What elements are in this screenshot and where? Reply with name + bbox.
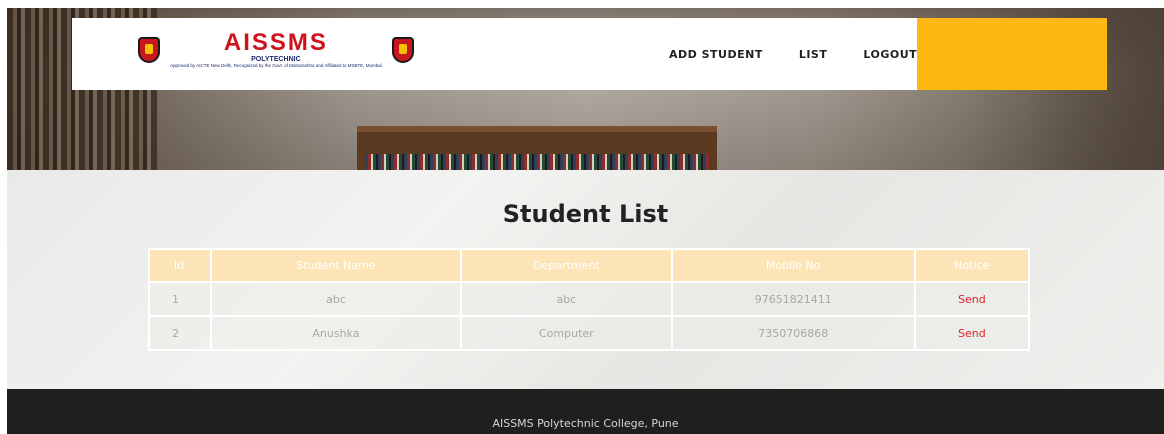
crest-right-icon [391,36,414,63]
logo-text: AISSMS POLYTECHNIC Approved by AICTE New… [170,31,382,69]
cell-id: 1 [148,281,212,317]
logo-tagline: Approved by AICTE New Delhi, Recognized … [170,63,382,68]
cell-student-name: abc [210,281,462,317]
cell-student-name: Anushka [210,315,462,351]
column-header-student-name: Student Name [210,248,462,283]
page-title: Student List [502,200,669,228]
student-table: Id Student Name Department Mobile No Not… [148,248,1031,351]
column-header-department: Department [459,248,673,283]
cell-mobile: 97651821411 [670,281,916,317]
column-header-id: Id [148,248,212,283]
bookcase-books [365,154,709,170]
table-header-row: Id Student Name Department Mobile No Not… [148,248,1031,283]
hero-banner: AISSMS POLYTECHNIC Approved by AICTE New… [7,8,1164,170]
nav-links: ADD STUDENT LIST LOGOUT [669,18,953,90]
column-header-notice: Notice [913,248,1031,283]
cell-mobile: 7350706868 [670,315,916,351]
cell-department: abc [459,281,673,317]
navbar: AISSMS POLYTECHNIC Approved by AICTE New… [72,18,1107,90]
page: AISSMS POLYTECHNIC Approved by AICTE New… [7,8,1164,434]
footer: AISSMS Polytechnic College, Pune [7,389,1164,434]
nav-logout[interactable]: LOGOUT [863,48,917,61]
send-notice-link[interactable]: Send [913,315,1031,351]
crest-left-icon [138,36,160,63]
table-row: 1 abc abc 97651821411 Send [148,281,1031,317]
nav-add-student[interactable]: ADD STUDENT [669,48,763,61]
cell-department: Computer [459,315,673,351]
logo-subtitle: POLYTECHNIC [251,56,301,63]
nav-list[interactable]: LIST [799,48,828,61]
footer-text: AISSMS Polytechnic College, Pune [492,417,679,430]
cell-id: 2 [148,315,212,351]
bookcase [357,126,717,170]
send-notice-link[interactable]: Send [913,281,1031,317]
column-header-mobile: Mobile No [670,248,916,283]
main-content: Student List Id Student Name Department … [7,170,1164,389]
brand-logo[interactable]: AISSMS POLYTECHNIC Approved by AICTE New… [138,31,414,69]
table-row: 2 Anushka Computer 7350706868 Send [148,315,1031,351]
logo-title: AISSMS [223,29,328,56]
nav-accent-block [917,18,1107,90]
